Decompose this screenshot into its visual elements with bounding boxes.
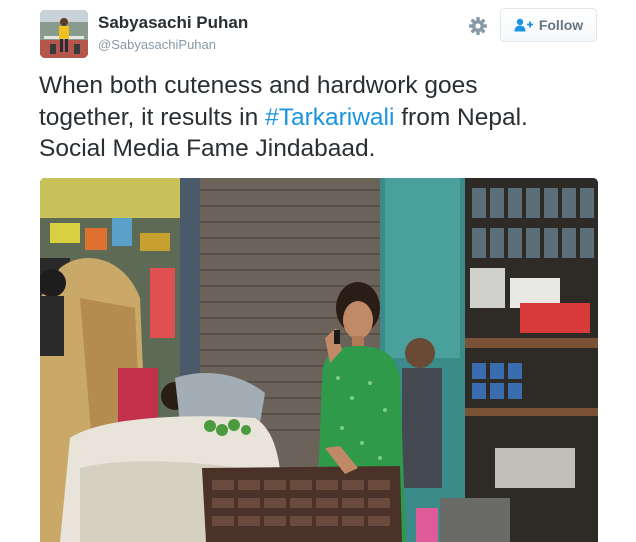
tweet-text-after-hashtag: from Nepal. bbox=[394, 103, 528, 131]
street-vendor-photo-icon bbox=[40, 178, 598, 542]
tweet-card: Sabyasachi Puhan @SabyasachiPuhan Follow… bbox=[0, 0, 636, 542]
avatar-photo-icon bbox=[40, 10, 88, 58]
display-name[interactable]: Sabyasachi Puhan bbox=[98, 13, 248, 33]
add-user-icon bbox=[514, 18, 533, 32]
screen-name[interactable]: @SabyasachiPuhan bbox=[98, 37, 216, 52]
tweet-text-line-3: Social Media Fame Jindabaad. bbox=[39, 135, 376, 162]
hashtag-link[interactable]: #Tarkariwali bbox=[265, 104, 394, 131]
tweet-text: When both cuteness and hardwork goes tog… bbox=[39, 70, 619, 165]
tweet-photo[interactable] bbox=[40, 178, 598, 542]
tweet-text-before-hashtag: together, it results in bbox=[39, 103, 266, 131]
gear-icon[interactable] bbox=[468, 16, 488, 36]
user-avatar[interactable] bbox=[40, 10, 88, 58]
tweet-text-line-2: together, it results in #Tarkariwali fro… bbox=[39, 102, 619, 134]
follow-button[interactable]: Follow bbox=[500, 8, 597, 42]
tweet-text-line-1: When both cuteness and hardwork goes bbox=[39, 72, 478, 99]
follow-button-label: Follow bbox=[538, 17, 584, 33]
